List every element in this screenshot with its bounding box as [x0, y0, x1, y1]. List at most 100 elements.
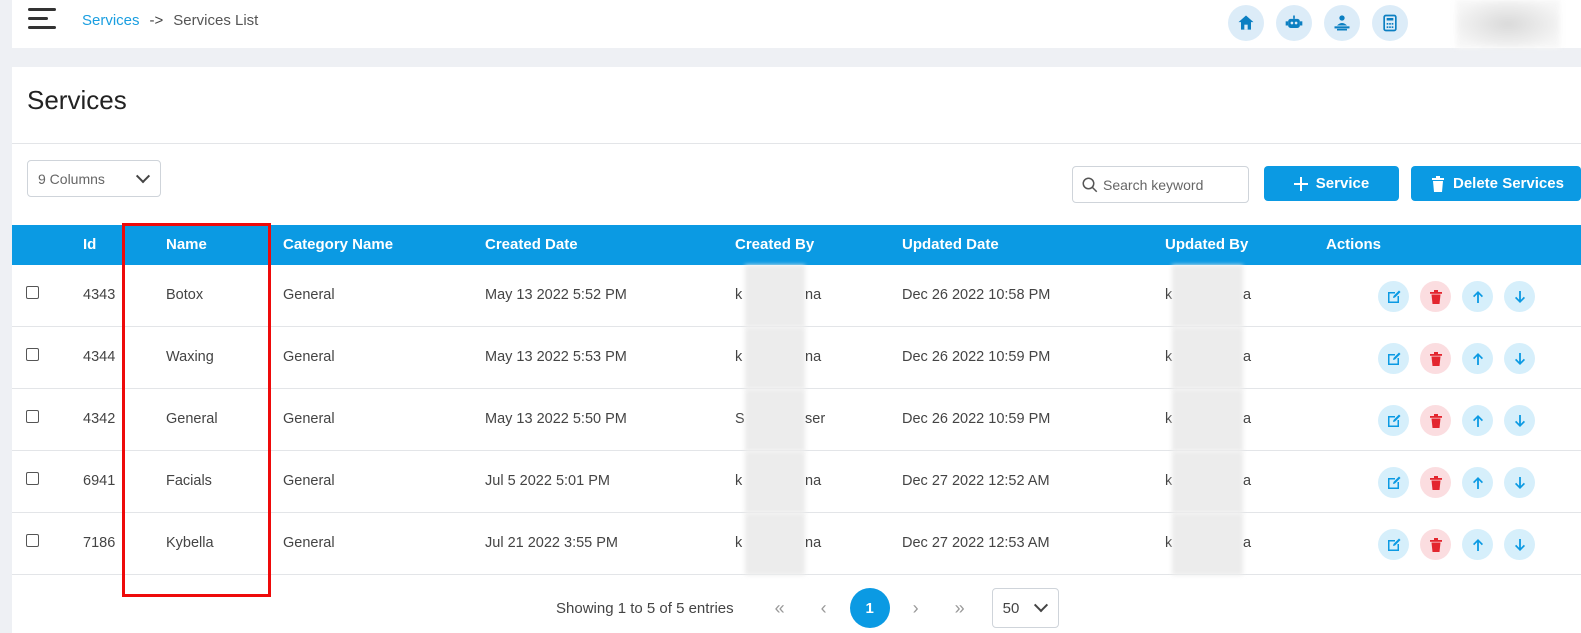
cell-id: 4342 [83, 411, 116, 427]
table-row: 4343 Botox General May 13 2022 5:52 PM k na De… [12, 265, 1581, 327]
row-checkbox[interactable] [26, 410, 39, 423]
next-page-icon[interactable]: › [894, 598, 938, 619]
cell-category: General [283, 287, 335, 303]
move-up-icon[interactable] [1462, 467, 1493, 498]
row-checkbox[interactable] [26, 534, 39, 547]
cell-created-by-end: ser [805, 411, 826, 427]
pagination: Showing 1 to 5 of 5 entries « ‹ 1 › » 50 [556, 588, 1059, 628]
trash-icon [1432, 175, 1444, 192]
move-up-icon[interactable] [1462, 405, 1493, 436]
cell-created-by-start: k [735, 535, 743, 551]
header-updated-by[interactable]: Updated By [1165, 236, 1248, 253]
cell-updated-by-end: a [1243, 287, 1252, 303]
cell-id: 7186 [83, 535, 116, 551]
home-icon[interactable] [1228, 5, 1264, 41]
delete-icon[interactable] [1420, 529, 1451, 560]
redacted-created-by [745, 327, 805, 389]
header-category-name[interactable]: Category Name [283, 236, 393, 253]
cell-name: Kybella [166, 535, 214, 551]
move-down-icon[interactable] [1504, 405, 1535, 436]
calculator-icon[interactable] [1372, 5, 1408, 41]
row-actions [1378, 467, 1535, 498]
header-created-date[interactable]: Created Date [485, 236, 578, 253]
cell-name: Waxing [166, 349, 214, 365]
move-up-icon[interactable] [1462, 343, 1493, 374]
table-row: 4342 General General May 13 2022 5:50 PM Sse… [12, 389, 1581, 451]
robot-icon[interactable] [1276, 5, 1312, 41]
search-input[interactable] [1103, 176, 1243, 193]
edit-icon[interactable] [1378, 467, 1409, 498]
breadcrumb: Services -> Services List [82, 12, 258, 29]
cell-category: General [283, 473, 335, 489]
delete-icon[interactable] [1420, 405, 1451, 436]
chevron-down-icon [1033, 598, 1048, 613]
table-row: 6941 Facials General Jul 5 2022 5:01 PM k na D… [12, 451, 1581, 513]
cell-created-by-end: na [805, 535, 822, 551]
cell-created-date: May 13 2022 5:53 PM [485, 349, 627, 365]
page-button-current[interactable]: 1 [849, 588, 890, 628]
header-icons [1228, 5, 1408, 41]
add-service-button[interactable]: Service [1264, 166, 1399, 201]
edit-icon[interactable] [1378, 281, 1409, 312]
table-header: Id Name Category Name Created Date Creat… [12, 225, 1581, 265]
delete-icon[interactable] [1420, 343, 1451, 374]
cell-updated-by-end: a [1243, 349, 1252, 365]
move-down-icon[interactable] [1504, 281, 1535, 312]
prev-page-icon[interactable]: ‹ [802, 598, 846, 619]
redacted-created-by [745, 451, 805, 513]
cell-id: 6941 [83, 473, 116, 489]
cell-id: 4344 [83, 349, 116, 365]
top-bar: Services -> Services List [12, 0, 1581, 48]
move-up-icon[interactable] [1462, 529, 1493, 560]
header-id[interactable]: Id [83, 236, 96, 253]
header-created-by[interactable]: Created By [735, 236, 814, 253]
move-up-icon[interactable] [1462, 281, 1493, 312]
content-panel: Services 9 Columns Service Delete Servic… [12, 67, 1581, 633]
cell-created-date: May 13 2022 5:52 PM [485, 287, 627, 303]
cell-created-by-end: na [805, 473, 822, 489]
row-actions [1378, 343, 1535, 374]
cell-created-date: May 13 2022 5:50 PM [485, 411, 627, 427]
menu-icon[interactable] [28, 8, 56, 34]
delete-icon[interactable] [1420, 467, 1451, 498]
edit-icon[interactable] [1378, 405, 1409, 436]
search-box[interactable] [1072, 166, 1249, 203]
edit-icon[interactable] [1378, 343, 1409, 374]
page-title: Services [27, 85, 127, 115]
header-updated-date[interactable]: Updated Date [902, 236, 999, 253]
search-icon [1082, 177, 1098, 192]
cell-id: 4343 [83, 287, 116, 303]
page-size-select[interactable]: 50 [991, 588, 1059, 628]
columns-select[interactable]: 9 Columns [27, 160, 161, 197]
last-page-icon[interactable]: » [938, 598, 982, 619]
cell-updated-date: Dec 26 2022 10:59 PM [902, 411, 1051, 427]
cell-updated-by-end: a [1243, 473, 1252, 489]
redacted-updated-by [1172, 451, 1243, 513]
app-page: Services -> Services List Services 9 Col… [0, 0, 1581, 633]
chevron-down-icon [135, 168, 151, 183]
breadcrumb-separator: -> [149, 12, 164, 29]
move-down-icon[interactable] [1504, 343, 1535, 374]
table-row: 7186 Kybella General Jul 21 2022 3:55 PM k na… [12, 513, 1581, 575]
cell-updated-date: Dec 26 2022 10:58 PM [902, 287, 1051, 303]
staff-icon[interactable] [1324, 5, 1360, 41]
cell-updated-by-end: a [1243, 411, 1252, 427]
breadcrumb-link-services[interactable]: Services [82, 12, 140, 29]
row-actions [1378, 405, 1535, 436]
delete-icon[interactable] [1420, 281, 1451, 312]
user-avatar[interactable] [1456, 0, 1560, 48]
first-page-icon[interactable]: « [758, 598, 802, 619]
cell-created-by-start: S [735, 411, 745, 427]
cell-category: General [283, 411, 335, 427]
row-checkbox[interactable] [26, 286, 39, 299]
edit-icon[interactable] [1378, 529, 1409, 560]
cell-created-by-start: k [735, 473, 743, 489]
move-down-icon[interactable] [1504, 529, 1535, 560]
row-checkbox[interactable] [26, 348, 39, 361]
row-checkbox[interactable] [26, 472, 39, 485]
header-name[interactable]: Name [166, 236, 207, 253]
move-down-icon[interactable] [1504, 467, 1535, 498]
delete-services-button[interactable]: Delete Services [1411, 166, 1581, 201]
services-table: Id Name Category Name Created Date Creat… [12, 225, 1581, 575]
cell-category: General [283, 349, 335, 365]
